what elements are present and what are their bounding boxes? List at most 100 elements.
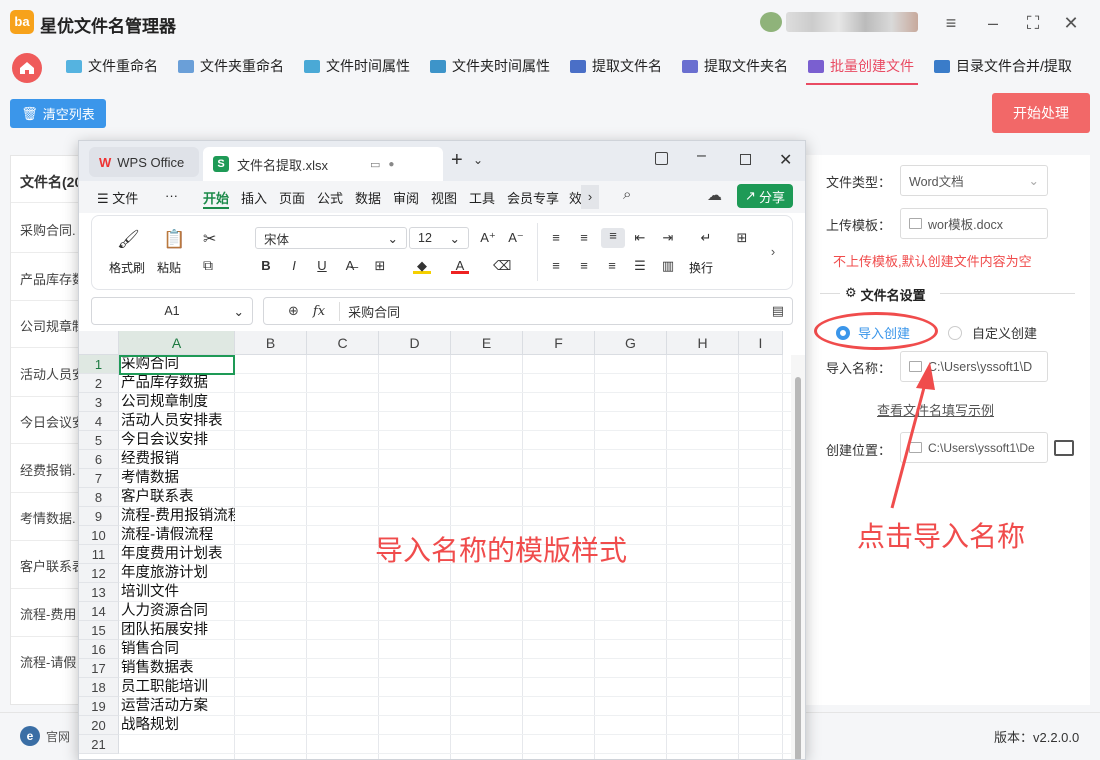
upload-template-field[interactable]: wor模板.docx — [900, 208, 1048, 239]
cell-a[interactable]: 客户联系表 — [119, 488, 235, 507]
wps-minimize-icon[interactable]: – — [697, 147, 706, 165]
row-header[interactable]: 18 — [79, 678, 119, 697]
row-header[interactable]: 14 — [79, 602, 119, 621]
file-type-select[interactable]: Word文档 ⌄ — [900, 165, 1048, 196]
menu-home[interactable]: 开始 — [203, 188, 229, 207]
cell-a[interactable]: 销售合同 — [119, 640, 235, 659]
row-header[interactable]: 1 — [79, 355, 119, 374]
indent-decrease-icon[interactable]: ⇤ — [631, 230, 649, 246]
cell-a[interactable]: 人力资源合同 — [119, 602, 235, 621]
cell-a[interactable]: 员工职能培训 — [119, 678, 235, 697]
align-middle-icon[interactable]: ≡ — [575, 230, 593, 246]
menu-tools[interactable]: 工具 — [469, 188, 495, 207]
cell-a[interactable]: 公司规章制度 — [119, 393, 235, 412]
justify-icon[interactable]: ☰ — [631, 258, 649, 274]
cell-a[interactable]: 年度旅游计划 — [119, 564, 235, 583]
cell-a[interactable]: 经费报销 — [119, 450, 235, 469]
radio-custom[interactable]: 自定义创建 — [948, 323, 1037, 342]
column-header[interactable]: H — [667, 331, 739, 355]
increase-font-icon[interactable]: A⁺ — [479, 230, 497, 246]
nav-item-batch-create[interactable]: 批量创建文件 — [808, 54, 914, 78]
list-item[interactable]: 今日会议安 — [20, 412, 85, 431]
font-size-select[interactable]: 12 ⌄ — [409, 227, 469, 249]
cell-a[interactable] — [119, 735, 235, 754]
column-header[interactable]: C — [307, 331, 379, 355]
list-item[interactable]: 产品库存数 — [20, 269, 85, 288]
row-header[interactable]: 8 — [79, 488, 119, 507]
cloud-upload-icon[interactable]: ☁ — [707, 186, 722, 204]
cell-a[interactable]: 今日会议安排 — [119, 431, 235, 450]
font-select[interactable]: 宋体 ⌄ — [255, 227, 407, 249]
home-button[interactable] — [12, 53, 42, 83]
search-icon[interactable]: ⌕ — [623, 186, 631, 203]
align-bottom-icon[interactable]: ≡ — [601, 228, 625, 248]
bold-icon[interactable]: B — [257, 258, 275, 274]
cut-icon[interactable]: ✂ — [203, 229, 216, 249]
restore-icon[interactable] — [655, 152, 668, 165]
row-header[interactable]: 4 — [79, 412, 119, 431]
list-item[interactable]: 活动人员安 — [20, 364, 85, 383]
column-header[interactable]: D — [379, 331, 451, 355]
menu-data[interactable]: 数据 — [355, 188, 381, 207]
cell-a[interactable]: 产品库存数据 — [119, 374, 235, 393]
copy-icon[interactable]: ⧉ — [203, 257, 213, 274]
open-folder-icon[interactable] — [1054, 440, 1074, 456]
decrease-font-icon[interactable]: A⁻ — [507, 230, 525, 246]
nav-item-file-rename[interactable]: 文件重命名 — [66, 54, 158, 78]
menu-file[interactable]: ☰ 文件 — [97, 188, 138, 207]
row-header[interactable]: 12 — [79, 564, 119, 583]
menu-member[interactable]: 会员专享 — [507, 188, 559, 207]
format-brush-icon[interactable]: 🖌 — [117, 229, 140, 250]
row-header[interactable]: 6 — [79, 450, 119, 469]
grid-corner[interactable] — [79, 331, 119, 355]
settings-icon[interactable]: ≡ — [940, 12, 962, 34]
cell-a[interactable]: 战略规划 — [119, 716, 235, 735]
row-header[interactable]: 5 — [79, 431, 119, 450]
list-item[interactable]: 流程-费用 — [20, 604, 76, 623]
list-item[interactable]: 采购合同. — [20, 220, 76, 239]
wps-maximize-icon[interactable] — [740, 154, 751, 165]
row-header[interactable]: 9 — [79, 507, 119, 526]
paste-icon[interactable]: 📋 — [163, 229, 185, 250]
menu-scroll-right-icon[interactable]: › — [581, 185, 599, 209]
user-avatar[interactable] — [760, 12, 782, 32]
clear-format-icon[interactable]: ⌫ — [493, 258, 511, 274]
menu-effect[interactable]: 效 — [569, 188, 581, 207]
row-header[interactable]: 10 — [79, 526, 119, 545]
row-header[interactable]: 3 — [79, 393, 119, 412]
row-header[interactable]: 2 — [79, 374, 119, 393]
ribbon-scroll-right-icon[interactable]: › — [763, 237, 783, 267]
cell-a[interactable]: 活动人员安排表 — [119, 412, 235, 431]
column-header[interactable]: E — [451, 331, 523, 355]
strikethrough-icon[interactable]: A̶ — [341, 258, 359, 274]
nav-item-folder-rename[interactable]: 文件夹重命名 — [178, 54, 284, 78]
wps-close-icon[interactable]: ✕ — [779, 150, 792, 170]
share-button[interactable]: ↗ 分享 — [737, 184, 793, 208]
row-header[interactable]: 19 — [79, 697, 119, 716]
column-header[interactable]: A — [119, 331, 235, 355]
menu-view[interactable]: 视图 — [431, 188, 457, 207]
cell-a[interactable]: 培训文件 — [119, 583, 235, 602]
close-icon[interactable]: ✕ — [1060, 12, 1082, 34]
scrollbar-thumb[interactable] — [795, 377, 801, 759]
align-top-icon[interactable]: ≡ — [547, 230, 565, 246]
paste-label[interactable]: 粘贴 — [157, 259, 181, 276]
tab-wps-office[interactable]: W WPS Office — [89, 147, 199, 177]
cell-a[interactable]: 销售数据表 — [119, 659, 235, 678]
cell-a[interactable]: 流程-请假流程 — [119, 526, 235, 545]
row-header[interactable]: 16 — [79, 640, 119, 659]
cell-a[interactable]: 年度费用计划表 — [119, 545, 235, 564]
list-item[interactable]: 公司规章制 — [20, 316, 85, 335]
new-tab-icon[interactable]: + — [451, 149, 463, 172]
clear-list-button[interactable]: 🗑 清空列表 — [10, 99, 106, 128]
merge-cells-icon[interactable]: ⊞ — [733, 230, 751, 246]
nav-item-extract-filename[interactable]: 提取文件名 — [570, 54, 662, 78]
underline-icon[interactable]: U — [313, 258, 331, 274]
row-header[interactable]: 11 — [79, 545, 119, 564]
nav-item-merge-directory[interactable]: 目录文件合并/提取 — [934, 54, 1072, 78]
column-header[interactable]: F — [523, 331, 595, 355]
maximize-icon[interactable]: ⛶ — [1022, 12, 1044, 34]
menu-review[interactable]: 审阅 — [393, 188, 419, 207]
row-header[interactable]: 15 — [79, 621, 119, 640]
list-item[interactable]: 流程-请假 — [20, 652, 76, 671]
